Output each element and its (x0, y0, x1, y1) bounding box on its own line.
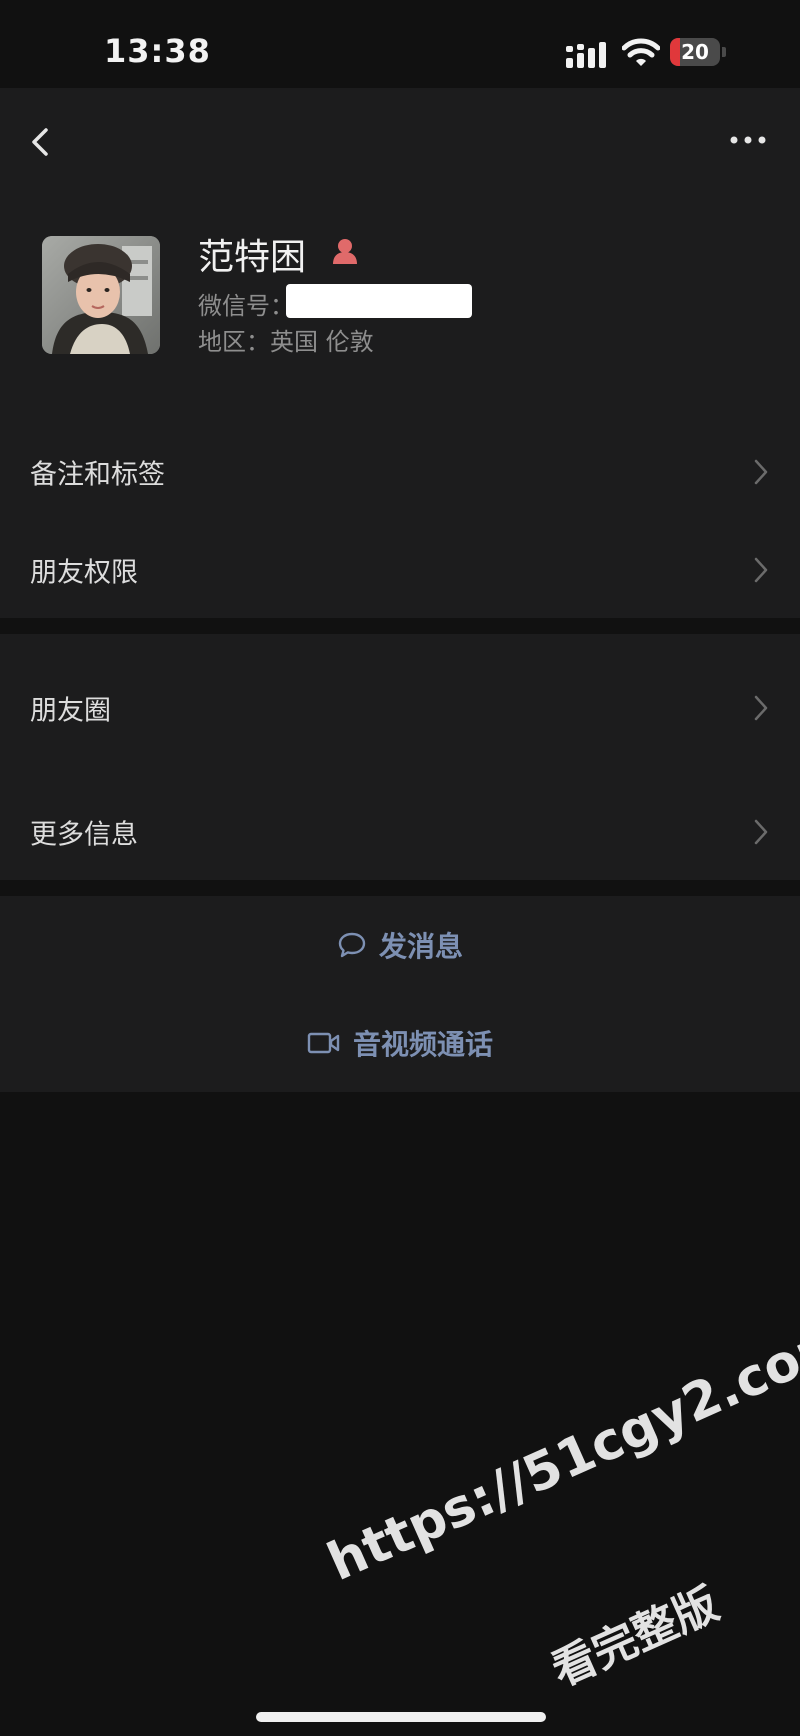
chat-bubble-icon (338, 932, 366, 958)
avatar-photo (42, 236, 160, 354)
female-gender-icon (333, 239, 357, 264)
watermark-text: 看完整版 (544, 1578, 727, 1697)
wifi-icon (622, 38, 660, 66)
chevron-right-icon (754, 557, 768, 583)
more-dots-icon[interactable] (728, 128, 768, 152)
chevron-right-icon (754, 459, 768, 485)
avatar[interactable] (42, 236, 160, 354)
menu-item-label: 备注和标签 (30, 459, 165, 491)
chevron-right-icon (754, 695, 768, 721)
region-text: 地区：英国 伦敦 (198, 328, 374, 356)
menu-item-more-info[interactable]: 更多信息 (0, 784, 800, 880)
video-camera-icon (307, 1032, 340, 1054)
wechat-id-label: 微信号： (198, 292, 294, 320)
home-indicator[interactable] (256, 1712, 546, 1722)
menu-item-friend-permissions[interactable]: 朋友权限 (0, 522, 800, 618)
battery-level: 20 (681, 40, 709, 64)
menu-item-moments[interactable]: 朋友圈 (0, 660, 800, 756)
signal-icon (566, 42, 606, 68)
menu-item-label: 朋友圈 (30, 695, 111, 727)
menu-item-remarks-tags[interactable]: 备注和标签 (0, 424, 800, 520)
chevron-left-icon[interactable] (22, 118, 58, 166)
wechat-id-redacted (286, 284, 472, 318)
watermark-url: https://51cgy2.com (319, 1308, 800, 1593)
profile-name: 范特困 (198, 237, 307, 278)
chevron-right-icon (754, 819, 768, 845)
status-time: 13:38 (104, 32, 211, 70)
menu-item-label: 更多信息 (30, 819, 138, 851)
battery-indicator: 20 (670, 38, 726, 68)
send-message-label: 发消息 (378, 930, 464, 963)
send-message-button[interactable]: 发消息 (0, 900, 800, 990)
video-call-label: 音视频通话 (352, 1028, 494, 1061)
menu-item-label: 朋友权限 (30, 557, 138, 589)
video-call-button[interactable]: 音视频通话 (0, 998, 800, 1088)
